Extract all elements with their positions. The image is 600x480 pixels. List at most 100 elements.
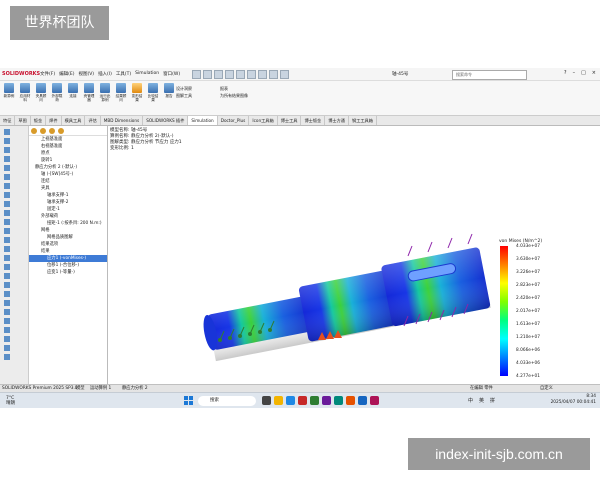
tool-icon[interactable] [4,174,10,180]
tree-item[interactable]: 原点 [29,150,107,157]
ribbon-new-study[interactable]: 新算例 [2,83,16,98]
taskbar-search[interactable]: 搜索 [198,396,256,406]
app-icon[interactable] [322,396,331,405]
display-manager-icon[interactable] [58,128,64,134]
tab-doctor-plus[interactable]: Doctor_Plus [218,116,250,125]
graphics-viewport[interactable]: 模型名称: 轴-45号 算例名称: 静应力分析 2(-默认-) 图解类型: 静应… [108,126,600,394]
tab-doctor-tube[interactable]: 博士方通 [325,116,349,125]
tab-simulation[interactable]: Simulation [188,116,218,125]
tree-item[interactable]: 网格品质图解 [29,234,107,241]
tree-item[interactable]: 连结 [29,178,107,185]
tool-icon[interactable] [4,336,10,342]
app-icon[interactable] [334,396,343,405]
tool-icon[interactable] [4,138,10,144]
design-insight-button[interactable]: 设计洞察 [176,85,192,92]
tool-icon[interactable] [4,264,10,270]
tab-features[interactable]: 特征 [0,116,16,125]
property-manager-icon[interactable] [40,128,46,134]
tree-item[interactable]: 应力1 (-vonMises-) [29,255,107,262]
open-icon[interactable] [214,70,223,79]
menu-insert[interactable]: 插入(I) [98,71,112,77]
tree-item[interactable]: 上视基准面 [29,136,107,143]
tab-icon-toolbox[interactable]: Icon工具箱 [249,116,278,125]
close-icon[interactable]: × [592,70,596,76]
app-icon[interactable] [358,396,367,405]
minimize-icon[interactable]: – [573,70,576,76]
undo-icon[interactable] [247,70,256,79]
rebuild-icon[interactable] [269,70,278,79]
tool-icon[interactable] [4,327,10,333]
edge-icon[interactable] [286,396,295,405]
tool-icon[interactable] [4,228,10,234]
tree-item[interactable]: 旋转1 [29,157,107,164]
tool-icon[interactable] [4,237,10,243]
tool-icon[interactable] [4,318,10,324]
report-list-button[interactable]: 报表 [220,85,248,92]
tree-item[interactable]: 固定-1 [29,206,107,213]
tab-evaluate[interactable]: 评估 [85,116,101,125]
tool-icon[interactable] [4,354,10,360]
tool-icon[interactable] [4,165,10,171]
ime-english[interactable]: 英 [479,396,484,406]
tree-item[interactable]: 扭矩-1 (:按条目: 200 N.m:) [29,220,107,227]
menu-simulation[interactable]: Simulation [135,71,159,77]
tree-item[interactable]: 右视基准面 [29,143,107,150]
ribbon-results-advisor[interactable]: 结果顾问 [114,83,128,102]
ribbon-apply-material[interactable]: 应用材料 [18,83,32,102]
tree-item[interactable]: 轴承支撑-2 [29,199,107,206]
ime-chinese[interactable]: 中 [468,396,473,406]
maximize-icon[interactable]: □ [581,70,586,76]
tool-icon[interactable] [4,255,10,261]
tool-icon[interactable] [4,183,10,189]
tree-item[interactable]: 网格 [29,227,107,234]
menu-file[interactable]: 文件(F) [40,71,55,77]
tab-doctor-sheet[interactable]: 博士钣金 [301,116,326,125]
tool-icon[interactable] [4,246,10,252]
print-icon[interactable] [236,70,245,79]
save-icon[interactable] [225,70,234,79]
tab-sheet-metal[interactable]: 钣金 [31,116,47,125]
menu-view[interactable]: 视图(V) [78,71,94,77]
tab-mbd[interactable]: MBD Dimensions [101,116,144,125]
ribbon-fixtures[interactable]: 夹具顾问 [34,83,48,102]
ribbon-shell-manager[interactable]: 壳管理器 [82,83,96,102]
tab-doctor-tools[interactable]: 博士工具 [278,116,302,125]
tree-item[interactable]: 应变1 (-等量-) [29,269,107,276]
app-icon[interactable] [346,396,355,405]
tool-icon[interactable] [4,219,10,225]
tree-item[interactable]: 外部载荷 [29,213,107,220]
new-icon[interactable] [203,70,212,79]
tool-icon[interactable] [4,309,10,315]
tab-steel-toolbox[interactable]: 钢工工具箱 [349,116,377,125]
tree-item[interactable]: 静应力分析 2 (-默认-) [29,164,107,171]
app-icon[interactable] [298,396,307,405]
ribbon-compare-results[interactable]: 比较结果 [146,83,160,102]
menu-edit[interactable]: 编辑(E) [59,71,74,77]
all-plots-image-button[interactable]: 为所有结果图像 [220,92,248,99]
tool-icon[interactable] [4,273,10,279]
tool-icon[interactable] [4,201,10,207]
tree-item[interactable]: 位移1 (-合位移-) [29,262,107,269]
tree-item[interactable]: 结果 [29,248,107,255]
feature-manager-icon[interactable] [31,128,37,134]
task-view-icon[interactable] [262,396,271,405]
options-icon[interactable] [280,70,289,79]
tool-icon[interactable] [4,282,10,288]
ribbon-connections[interactable]: 连接 [66,83,80,98]
ribbon-deformed-result[interactable]: 变形结果 [130,83,144,102]
taskbar-clock[interactable]: 8:34 2025/04/07 00:04:41 [551,394,596,406]
plot-tools-button[interactable]: 图解工具 [176,92,192,99]
app-icon[interactable] [310,396,319,405]
ime-pinyin[interactable]: 拼 [490,396,495,406]
start-icon[interactable] [184,396,194,406]
ribbon-run-study[interactable]: 运行此算例 [98,83,112,102]
tree-item[interactable]: 轴 (-[SW]45号-) [29,171,107,178]
tool-icon[interactable] [4,300,10,306]
tool-icon[interactable] [4,192,10,198]
ribbon-report[interactable]: 报告 [162,83,176,98]
tool-icon[interactable] [4,147,10,153]
tree-item[interactable]: 夹具 [29,185,107,192]
tool-icon[interactable] [4,156,10,162]
tab-sketch[interactable]: 草图 [15,116,31,125]
tool-icon[interactable] [4,291,10,297]
